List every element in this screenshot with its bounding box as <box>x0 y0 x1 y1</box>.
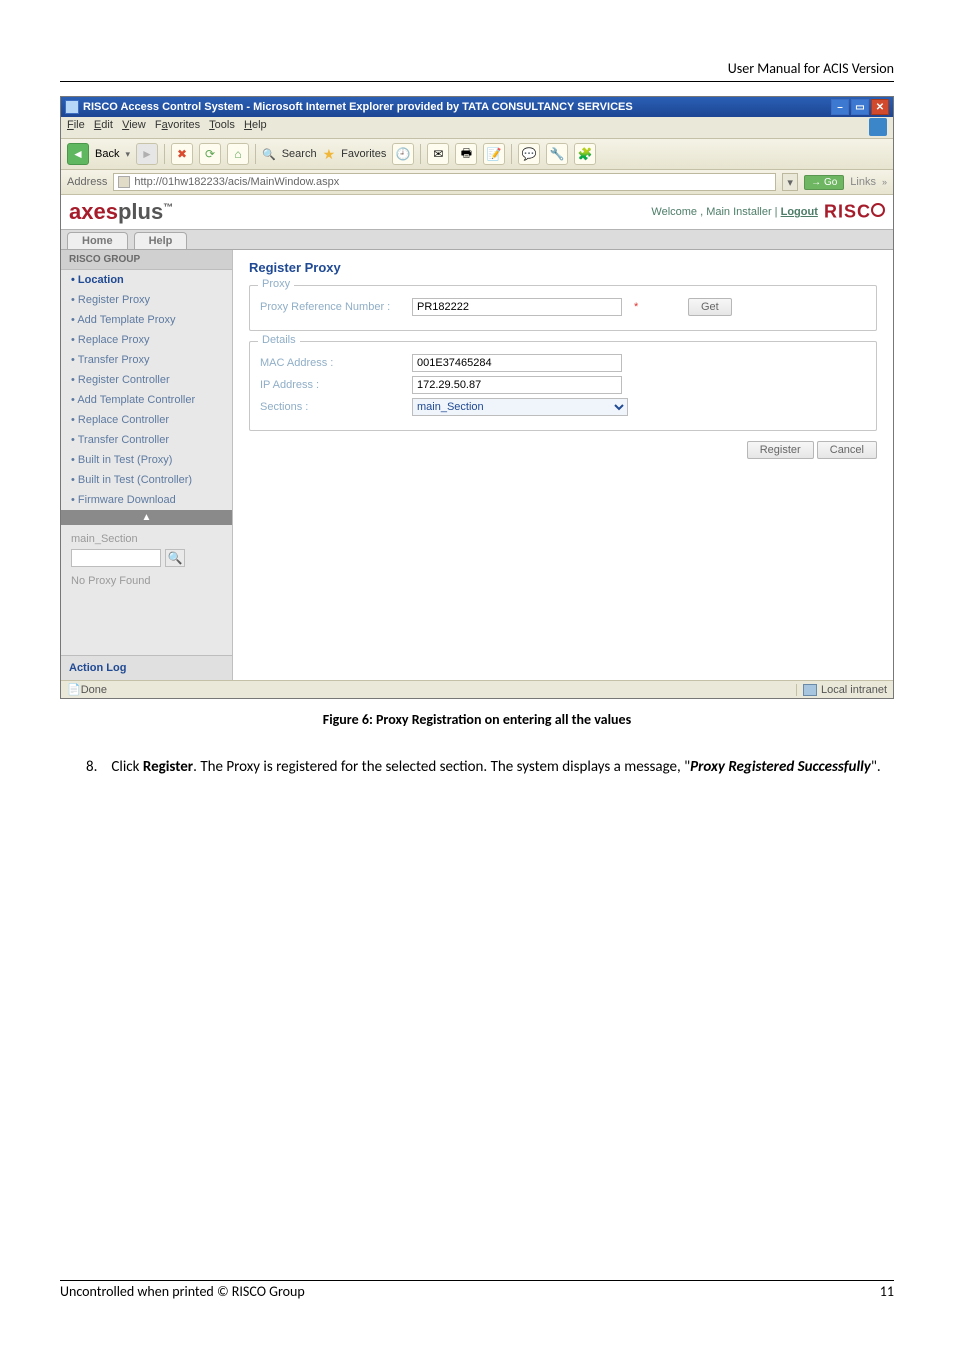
status-page-icon: 📄 <box>67 683 81 696</box>
brand-right: Welcome , Main Installer | Logout RISC <box>651 201 885 223</box>
edit-button[interactable]: 📝 <box>483 143 505 165</box>
history-button[interactable]: 🕘 <box>392 143 414 165</box>
mac-input[interactable] <box>412 354 622 372</box>
ip-label: IP Address : <box>260 379 400 391</box>
status-zone-text: Local intranet <box>821 684 887 696</box>
sidebar-item-register-controller[interactable]: • Register Controller <box>61 370 232 390</box>
tab-home[interactable]: Home <box>67 232 128 249</box>
sidebar-item-location[interactable]: • Location <box>61 270 232 290</box>
ie-logo-icon <box>869 118 887 136</box>
status-zone: Local intranet <box>796 684 887 696</box>
sidebar-action-log[interactable]: Action Log <box>61 655 232 680</box>
back-label: Back <box>95 148 119 160</box>
mail-button[interactable]: ✉ <box>427 143 449 165</box>
address-input[interactable]: http://01hw182233/acis/MainWindow.aspx <box>113 173 776 191</box>
menu-favorites[interactable]: Favorites <box>155 119 200 131</box>
proxy-fieldset: Proxy Proxy Reference Number : * Get <box>249 285 877 331</box>
sidebar-group-header: RISCO GROUP <box>61 250 232 270</box>
search-label[interactable]: Search <box>282 148 317 160</box>
content-pane: Register Proxy Proxy Proxy Reference Num… <box>233 250 893 680</box>
details-fieldset: Details MAC Address : IP Address : Secti… <box>249 341 877 431</box>
sidebar-item-add-template-proxy[interactable]: • Add Template Proxy <box>61 310 232 330</box>
sidebar-item-register-proxy[interactable]: • Register Proxy <box>61 290 232 310</box>
brand-bar: axesplus™ Welcome , Main Installer | Log… <box>61 195 893 230</box>
sidebar-item-bit-controller[interactable]: • Built in Test (Controller) <box>61 470 232 490</box>
window-titlebar: RISCO Access Control System - Microsoft … <box>61 97 893 117</box>
sidebar-item-replace-controller[interactable]: • Replace Controller <box>61 410 232 430</box>
footer-right: 11 <box>880 1283 894 1300</box>
print-button[interactable]: 🖶 <box>455 143 477 165</box>
menu-bar: File Edit View Favorites Tools Help <box>61 117 893 139</box>
page-footer: Uncontrolled when printed © RISCO Group … <box>60 1280 894 1300</box>
tab-help[interactable]: Help <box>134 232 188 249</box>
minimize-button[interactable]: – <box>831 99 849 115</box>
page-icon <box>118 176 130 188</box>
details-legend: Details <box>258 334 300 346</box>
research-button[interactable]: 🔧 <box>546 143 568 165</box>
register-button[interactable]: Register <box>747 441 814 459</box>
menu-tools[interactable]: Tools <box>209 119 235 131</box>
sidebar-item-transfer-controller[interactable]: • Transfer Controller <box>61 430 232 450</box>
menu-edit[interactable]: Edit <box>94 119 113 131</box>
home-button[interactable]: ⌂ <box>227 143 249 165</box>
proxy-legend: Proxy <box>258 278 294 290</box>
discuss-button[interactable]: 💬 <box>518 143 540 165</box>
footer-left: Uncontrolled when printed © RISCO Group <box>60 1283 305 1300</box>
mac-label: MAC Address : <box>260 357 400 369</box>
maximize-button[interactable]: ▭ <box>851 99 869 115</box>
status-done: Done <box>81 684 107 696</box>
cancel-button[interactable]: Cancel <box>817 441 877 459</box>
ip-input[interactable] <box>412 376 622 394</box>
required-star: * <box>634 301 644 313</box>
sidebar-item-firmware-download[interactable]: • Firmware Download <box>61 490 232 510</box>
address-bar: Address http://01hw182233/acis/MainWindo… <box>61 170 893 195</box>
sidebar-item-bit-proxy[interactable]: • Built in Test (Proxy) <box>61 450 232 470</box>
logout-link[interactable]: Logout <box>781 206 818 218</box>
sidebar-collapse-arrow[interactable]: ▲ <box>61 510 232 525</box>
address-label: Address <box>67 176 107 188</box>
back-button[interactable]: ◄ <box>67 143 89 165</box>
sections-select[interactable]: main_Section <box>412 398 628 416</box>
sidebar-search-input[interactable] <box>71 549 161 567</box>
intranet-icon <box>803 684 817 696</box>
screenshot-figure: RISCO Access Control System - Microsoft … <box>60 96 894 699</box>
status-bar: 📄 Done Local intranet <box>61 680 893 698</box>
content-title: Register Proxy <box>249 260 877 275</box>
address-dropdown[interactable]: ▾ <box>782 173 798 191</box>
sidebar-item-add-template-controller[interactable]: • Add Template Controller <box>61 390 232 410</box>
brand-logo: axesplus™ <box>69 199 173 225</box>
get-button[interactable]: Get <box>688 298 732 316</box>
refresh-button[interactable]: ⟳ <box>199 143 221 165</box>
proxy-ref-input[interactable] <box>412 298 622 316</box>
sidebar: RISCO GROUP • Location • Register Proxy … <box>61 250 233 680</box>
close-button[interactable]: ✕ <box>871 99 889 115</box>
messenger-button[interactable]: 🧩 <box>574 143 596 165</box>
stop-button[interactable]: ✖ <box>171 143 193 165</box>
sidebar-item-transfer-proxy[interactable]: • Transfer Proxy <box>61 350 232 370</box>
url-text: http://01hw182233/acis/MainWindow.aspx <box>134 176 339 188</box>
menu-view[interactable]: View <box>122 119 146 131</box>
page-header: User Manual for ACIS Version <box>60 60 894 82</box>
sidebar-search: main_Section 🔍 No Proxy Found <box>61 525 232 595</box>
sidebar-search-button[interactable]: 🔍 <box>165 549 185 567</box>
favorites-label[interactable]: Favorites <box>341 148 386 160</box>
window-title: RISCO Access Control System - Microsoft … <box>83 101 831 113</box>
sidebar-search-label: main_Section <box>71 533 222 545</box>
step-8: 8. Click Register. The Proxy is register… <box>86 758 894 776</box>
browser-toolbar: ◄ Back ▾ ► ✖ ⟳ ⌂ 🔍 Search ★ Favorites 🕘 … <box>61 139 893 170</box>
links-label[interactable]: Links <box>850 176 876 188</box>
ie-app-icon <box>65 100 79 114</box>
favorites-star-icon: ★ <box>323 146 336 163</box>
sidebar-item-replace-proxy[interactable]: • Replace Proxy <box>61 330 232 350</box>
menu-file[interactable]: File <box>67 119 85 131</box>
sections-label: Sections : <box>260 401 400 413</box>
figure-caption: Figure 6: Proxy Registration on entering… <box>60 711 894 728</box>
sidebar-no-proxy: No Proxy Found <box>71 575 222 587</box>
menu-help[interactable]: Help <box>244 119 267 131</box>
forward-button[interactable]: ► <box>136 143 158 165</box>
proxy-ref-label: Proxy Reference Number : <box>260 301 400 313</box>
go-button[interactable]: → Go <box>804 175 844 190</box>
risco-at-icon <box>871 203 885 217</box>
tab-bar: Home Help <box>61 230 893 250</box>
